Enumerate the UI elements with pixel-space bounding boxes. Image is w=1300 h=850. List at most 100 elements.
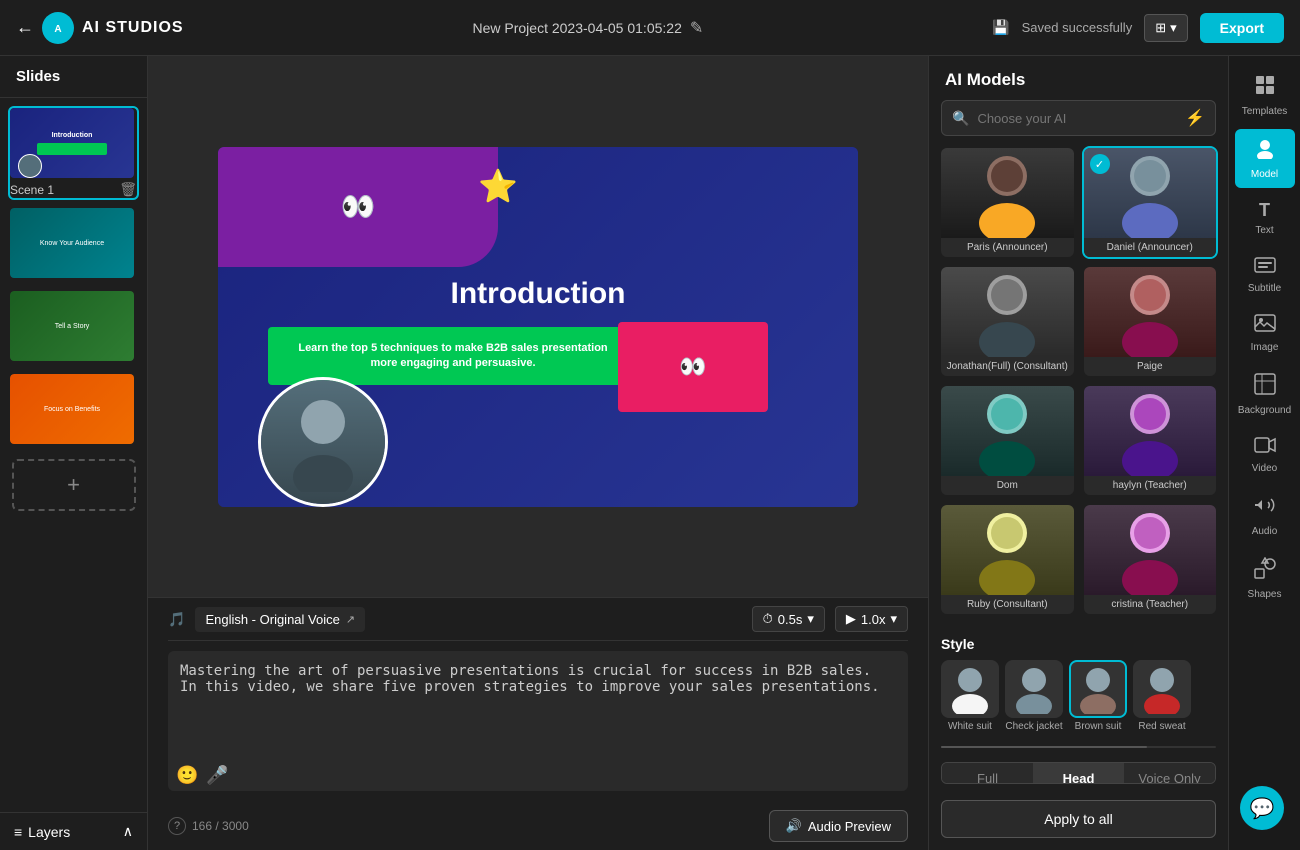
speed-value: 1.0x: [861, 612, 886, 627]
background-label: Background: [1238, 405, 1291, 416]
slide-item-1[interactable]: Introduction Scene 1 🗑: [8, 106, 139, 200]
model-label-paige: Paige: [1084, 357, 1217, 376]
model-card-ruby[interactable]: Ruby (Consultant): [939, 503, 1076, 616]
tool-subtitle[interactable]: Subtitle: [1235, 248, 1295, 302]
model-label-paris: Paris (Announcer): [941, 238, 1074, 257]
model-label-haylyn: haylyn (Teacher): [1084, 476, 1217, 495]
pos-btn-full[interactable]: Full: [942, 763, 1033, 783]
style-card-red-sweat[interactable]: Red sweat: [1133, 660, 1191, 732]
templates-label: Templates: [1242, 106, 1288, 117]
layers-footer[interactable]: ≡ Layers ∧: [0, 812, 147, 850]
topbar-left: ← A AI STUDIOS: [16, 12, 184, 44]
tool-audio[interactable]: Audio: [1235, 486, 1295, 545]
model-search-bar[interactable]: 🔍 ⚡: [941, 100, 1216, 136]
slide-thumbnail-2: Know Your Audience: [10, 208, 134, 278]
tool-image[interactable]: Image: [1235, 306, 1295, 361]
audio-label: Audio: [1252, 526, 1278, 537]
topbar-right: 💾 Saved successfully ⊞ ▾ Export: [992, 13, 1284, 43]
model-card-paige[interactable]: Paige: [1082, 265, 1219, 378]
add-slide-button[interactable]: +: [12, 459, 136, 511]
icon-toolbar: Templates Model T Text S: [1228, 56, 1300, 850]
time-icon: ⏱: [763, 611, 773, 627]
model-card-daniel[interactable]: ✓ Daniel (Announcer): [1082, 146, 1219, 259]
slide-1-delete[interactable]: 🗑: [119, 181, 137, 198]
style-img-check-jacket: [1005, 660, 1063, 718]
slides-panel: Slides Introduction Scene 1 🗑: [0, 56, 148, 850]
slide-item-4[interactable]: Focus on Benefits: [8, 372, 139, 449]
topbar-center: New Project 2023-04-05 01:05:22 ✎: [473, 18, 704, 38]
export-button[interactable]: Export: [1200, 13, 1284, 43]
logo-icon: A: [42, 12, 74, 44]
canvas-area: 👀 ⭐ Introduction Learn the top 5 techniq…: [148, 56, 928, 850]
model-img-cristina: [1084, 505, 1217, 595]
subtitle-icon: [1254, 256, 1276, 279]
model-card-cristina[interactable]: cristina (Teacher): [1082, 503, 1219, 616]
slide-item-2[interactable]: Know Your Audience: [8, 206, 139, 283]
model-card-haylyn[interactable]: haylyn (Teacher): [1082, 384, 1219, 497]
mic-icon[interactable]: 🎤: [206, 765, 228, 786]
view-chevron: ▾: [1170, 20, 1177, 36]
tool-background[interactable]: Background: [1235, 365, 1295, 424]
tool-text[interactable]: T Text: [1235, 192, 1295, 244]
script-area: Mastering the art of persuasive presenta…: [168, 641, 908, 806]
speed-button[interactable]: ▶ 1.0x ▾: [835, 606, 908, 632]
slide-avatar: [258, 377, 388, 507]
slide-item-3[interactable]: Tell a Story: [8, 289, 139, 366]
time-button[interactable]: ⏱ 0.5s ▾: [752, 606, 825, 632]
model-card-jonathan[interactable]: Jonathan(Full) (Consultant): [939, 265, 1076, 378]
slide-canvas: 👀 ⭐ Introduction Learn the top 5 techniq…: [218, 147, 858, 507]
voice-text: English - Original Voice: [205, 612, 339, 627]
slide-pink-box: 👀: [618, 322, 768, 412]
back-button[interactable]: ←: [16, 17, 34, 38]
chat-bubble[interactable]: 💬: [1240, 786, 1284, 830]
subtitle-label: Subtitle: [1248, 283, 1281, 294]
style-label-white-suit: White suit: [948, 721, 992, 732]
time-chevron: ▾: [807, 611, 814, 627]
save-icon: 💾: [992, 19, 1009, 36]
style-img-white-suit: [941, 660, 999, 718]
app-name: AI STUDIOS: [82, 19, 184, 37]
tool-video[interactable]: Video: [1235, 428, 1295, 482]
ai-models-header: AI Models: [929, 56, 1228, 100]
help-icon[interactable]: ?: [168, 817, 186, 835]
tool-shapes[interactable]: Shapes: [1235, 549, 1295, 608]
style-card-brown-suit[interactable]: Brown suit: [1069, 660, 1127, 732]
model-img-paige: [1084, 267, 1217, 357]
slide-canvas-title: Introduction: [218, 277, 858, 311]
voice-label[interactable]: English - Original Voice ↗: [195, 607, 365, 632]
selected-check: ✓: [1090, 154, 1110, 174]
model-label-dom: Dom: [941, 476, 1074, 495]
models-grid: Paris (Announcer) ✓ Daniel (Announcer): [929, 146, 1228, 626]
pos-btn-head[interactable]: Head: [1033, 763, 1124, 783]
slide-thumbnail-1: Introduction: [10, 108, 134, 178]
shapes-icon: [1254, 557, 1276, 585]
view-button[interactable]: ⊞ ▾: [1144, 14, 1187, 42]
audio-preview-button[interactable]: 🔊 Audio Preview: [769, 810, 908, 842]
slide-1-label: Scene 1 🗑: [10, 181, 137, 198]
tool-templates[interactable]: Templates: [1235, 66, 1295, 125]
model-search-input[interactable]: [977, 111, 1177, 126]
tool-model[interactable]: Model: [1235, 129, 1295, 188]
model-card-dom[interactable]: Dom: [939, 384, 1076, 497]
pos-btn-voice-only[interactable]: Voice Only: [1124, 763, 1215, 783]
edit-icon[interactable]: ✎: [690, 18, 703, 38]
templates-icon: [1254, 74, 1276, 102]
filter-icon[interactable]: ⚡: [1185, 108, 1205, 128]
speed-icon: ▶: [846, 611, 856, 627]
model-card-paris[interactable]: Paris (Announcer): [939, 146, 1076, 259]
emoji-icon[interactable]: 🙂: [176, 765, 198, 786]
script-textarea[interactable]: Mastering the art of persuasive presenta…: [168, 651, 908, 791]
style-card-white-suit[interactable]: White suit: [941, 660, 999, 732]
style-scrollbar: [941, 746, 1216, 748]
search-icon: 🔍: [952, 110, 969, 127]
style-card-check-jacket[interactable]: Check jacket: [1005, 660, 1063, 732]
model-img-haylyn: [1084, 386, 1217, 476]
model-img-jonathan: [941, 267, 1074, 357]
model-img-ruby: [941, 505, 1074, 595]
apply-to-all-button[interactable]: Apply to all: [941, 800, 1216, 838]
check-icon: ✓: [1095, 158, 1104, 171]
chat-icon: 💬: [1250, 796, 1275, 821]
model-img-dom: [941, 386, 1074, 476]
text-label: Text: [1255, 225, 1273, 236]
slide-star: ⭐: [478, 167, 518, 205]
